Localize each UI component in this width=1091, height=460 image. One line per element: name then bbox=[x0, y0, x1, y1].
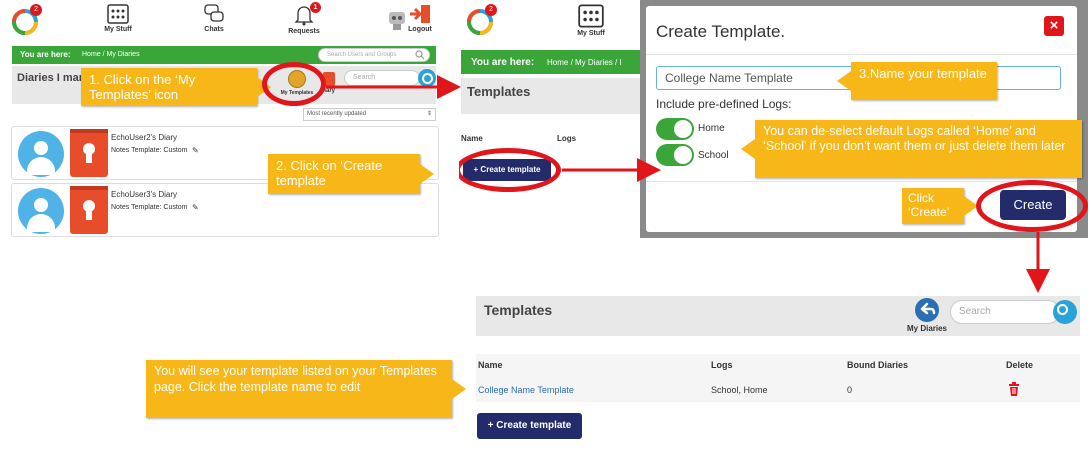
flow-arrows bbox=[326, 75, 1050, 293]
